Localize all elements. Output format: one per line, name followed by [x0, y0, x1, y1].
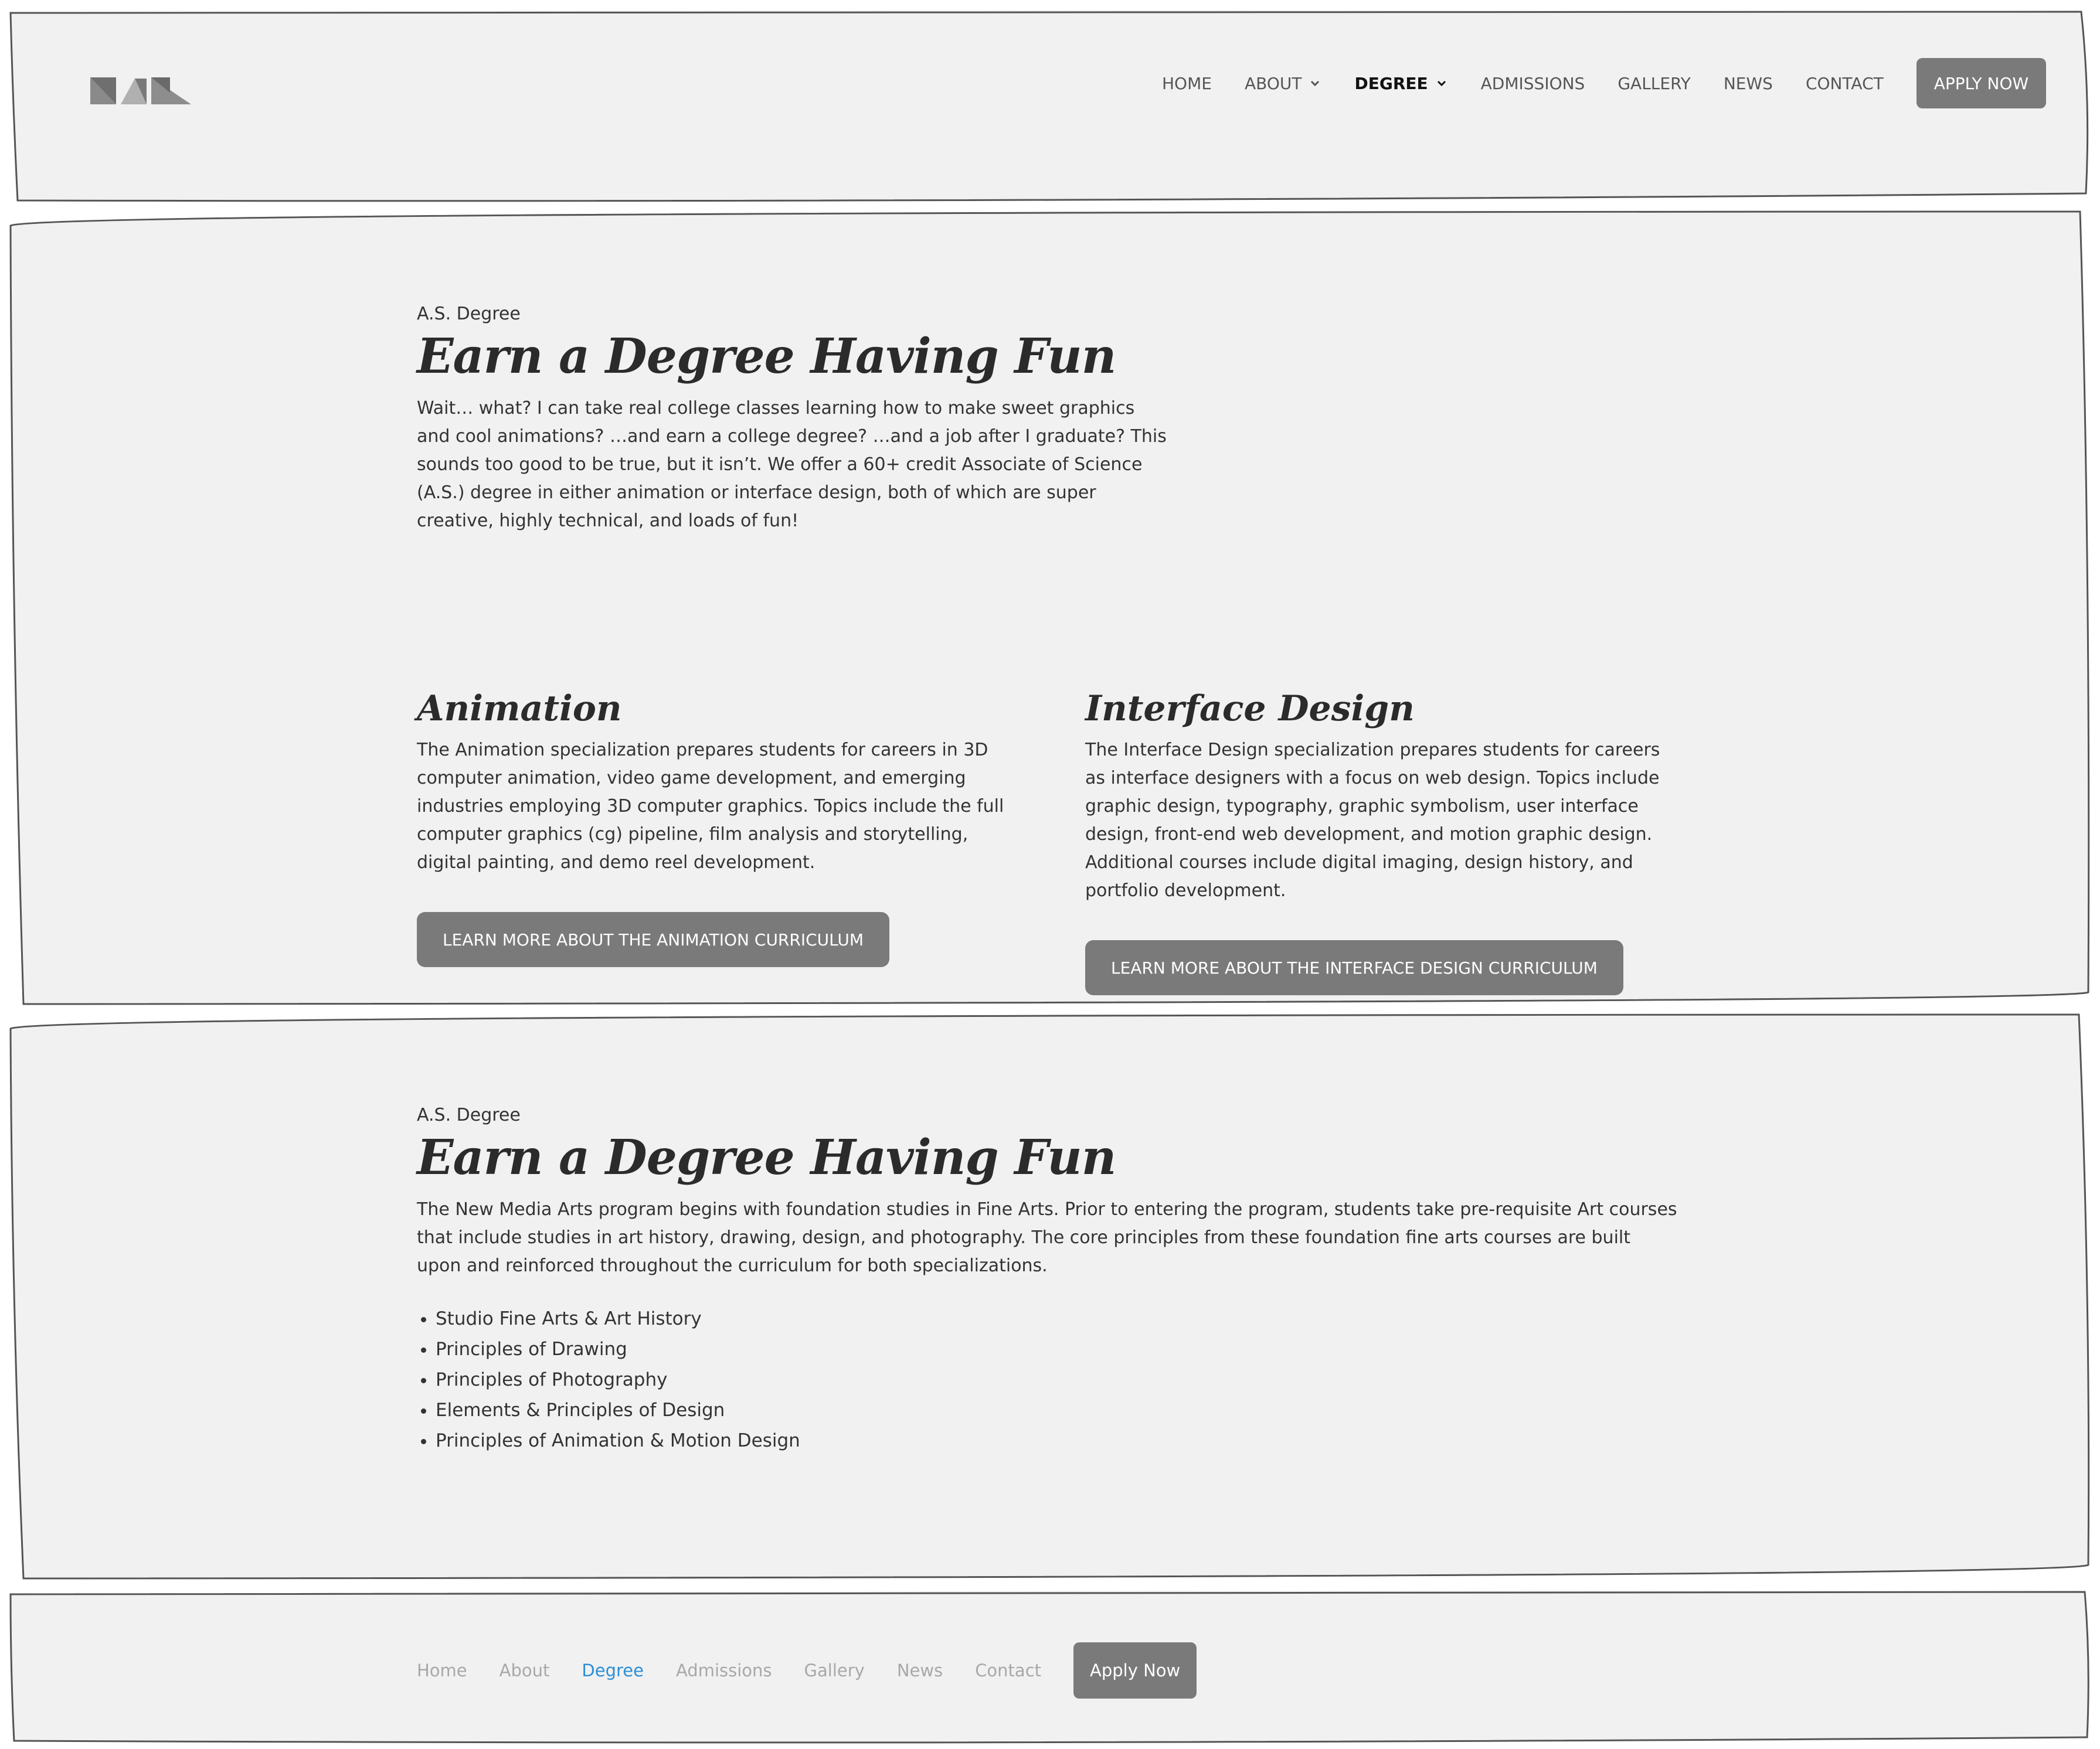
main-nav: HOME ABOUT DEGREE ADMISSIONS GALLERY NEW… — [1162, 58, 2047, 108]
interface-curriculum-button[interactable]: LEARN MORE ABOUT THE INTERFACE DESIGN CU… — [1085, 940, 1623, 995]
animation-curriculum-button[interactable]: LEARN MORE ABOUT THE ANIMATION CURRICULU… — [417, 912, 890, 967]
chevron-down-icon — [1311, 80, 1320, 87]
nav-news[interactable]: NEWS — [1724, 74, 1773, 93]
page-title: Earn a Degree Having Fun — [417, 328, 1116, 384]
nav-home[interactable]: HOME — [1162, 74, 1212, 93]
foundation-section: A.S. Degree Earn a Degree Having Fun The… — [0, 1014, 2100, 1581]
footer-apply-now-button[interactable]: Apply Now — [1073, 1642, 1197, 1699]
section-eyebrow: A.S. Degree — [417, 1105, 521, 1125]
animation-column: Animation The Animation specialization p… — [417, 689, 1015, 967]
list-item: Principles of Animation & Motion Design — [436, 1425, 1683, 1456]
footer-nav-gallery[interactable]: Gallery — [804, 1660, 865, 1680]
section-eyebrow: A.S. Degree — [417, 304, 521, 324]
nav-degree[interactable]: DEGREE — [1354, 74, 1447, 93]
footer-nav-degree[interactable]: Degree — [582, 1660, 644, 1680]
footer-nav: Home About Degree Admissions Gallery New… — [417, 1642, 1197, 1699]
animation-description: The Animation specialization prepares st… — [417, 740, 1004, 873]
footer-nav-home[interactable]: Home — [417, 1660, 467, 1680]
list-item: Principles of Photography — [436, 1365, 1683, 1395]
nma-logo[interactable] — [88, 75, 193, 106]
foundation-course-list: Studio Fine Arts & Art History Principle… — [417, 1304, 1683, 1456]
nav-about[interactable]: ABOUT — [1245, 74, 1322, 93]
nav-admissions[interactable]: ADMISSIONS — [1481, 74, 1585, 93]
nav-degree-label: DEGREE — [1354, 73, 1428, 93]
list-item: Elements & Principles of Design — [436, 1395, 1683, 1425]
nav-contact[interactable]: CONTACT — [1806, 74, 1884, 93]
apply-now-button[interactable]: APPLY NOW — [1916, 58, 2047, 108]
interface-column: Interface Design The Interface Design sp… — [1085, 689, 1683, 995]
intro-text: Wait… what? I can take real college clas… — [417, 398, 1167, 532]
chevron-down-icon — [1437, 80, 1446, 87]
footer-nav-about[interactable]: About — [499, 1660, 550, 1680]
interface-description: The Interface Design specialization prep… — [1085, 740, 1660, 901]
list-item: Studio Fine Arts & Art History — [436, 1304, 1683, 1334]
list-item: Principles of Drawing — [436, 1334, 1683, 1365]
site-footer: Home About Degree Admissions Gallery New… — [0, 1590, 2100, 1742]
footer-nav-admissions[interactable]: Admissions — [676, 1660, 772, 1680]
degree-overview-section: A.S. Degree Earn a Degree Having Fun Wai… — [0, 211, 2100, 1005]
footer-nav-news[interactable]: News — [897, 1660, 943, 1680]
nav-gallery[interactable]: GALLERY — [1618, 74, 1691, 93]
foundation-description: The New Media Arts program begins with f… — [417, 1199, 1677, 1277]
section-title: Earn a Degree Having Fun — [417, 1129, 1116, 1186]
nav-about-label: ABOUT — [1244, 73, 1302, 93]
site-header: HOME ABOUT DEGREE ADMISSIONS GALLERY NEW… — [0, 11, 2100, 204]
interface-heading: Interface Design — [1085, 688, 1415, 729]
footer-nav-contact[interactable]: Contact — [975, 1660, 1041, 1680]
animation-heading: Animation — [417, 688, 622, 729]
